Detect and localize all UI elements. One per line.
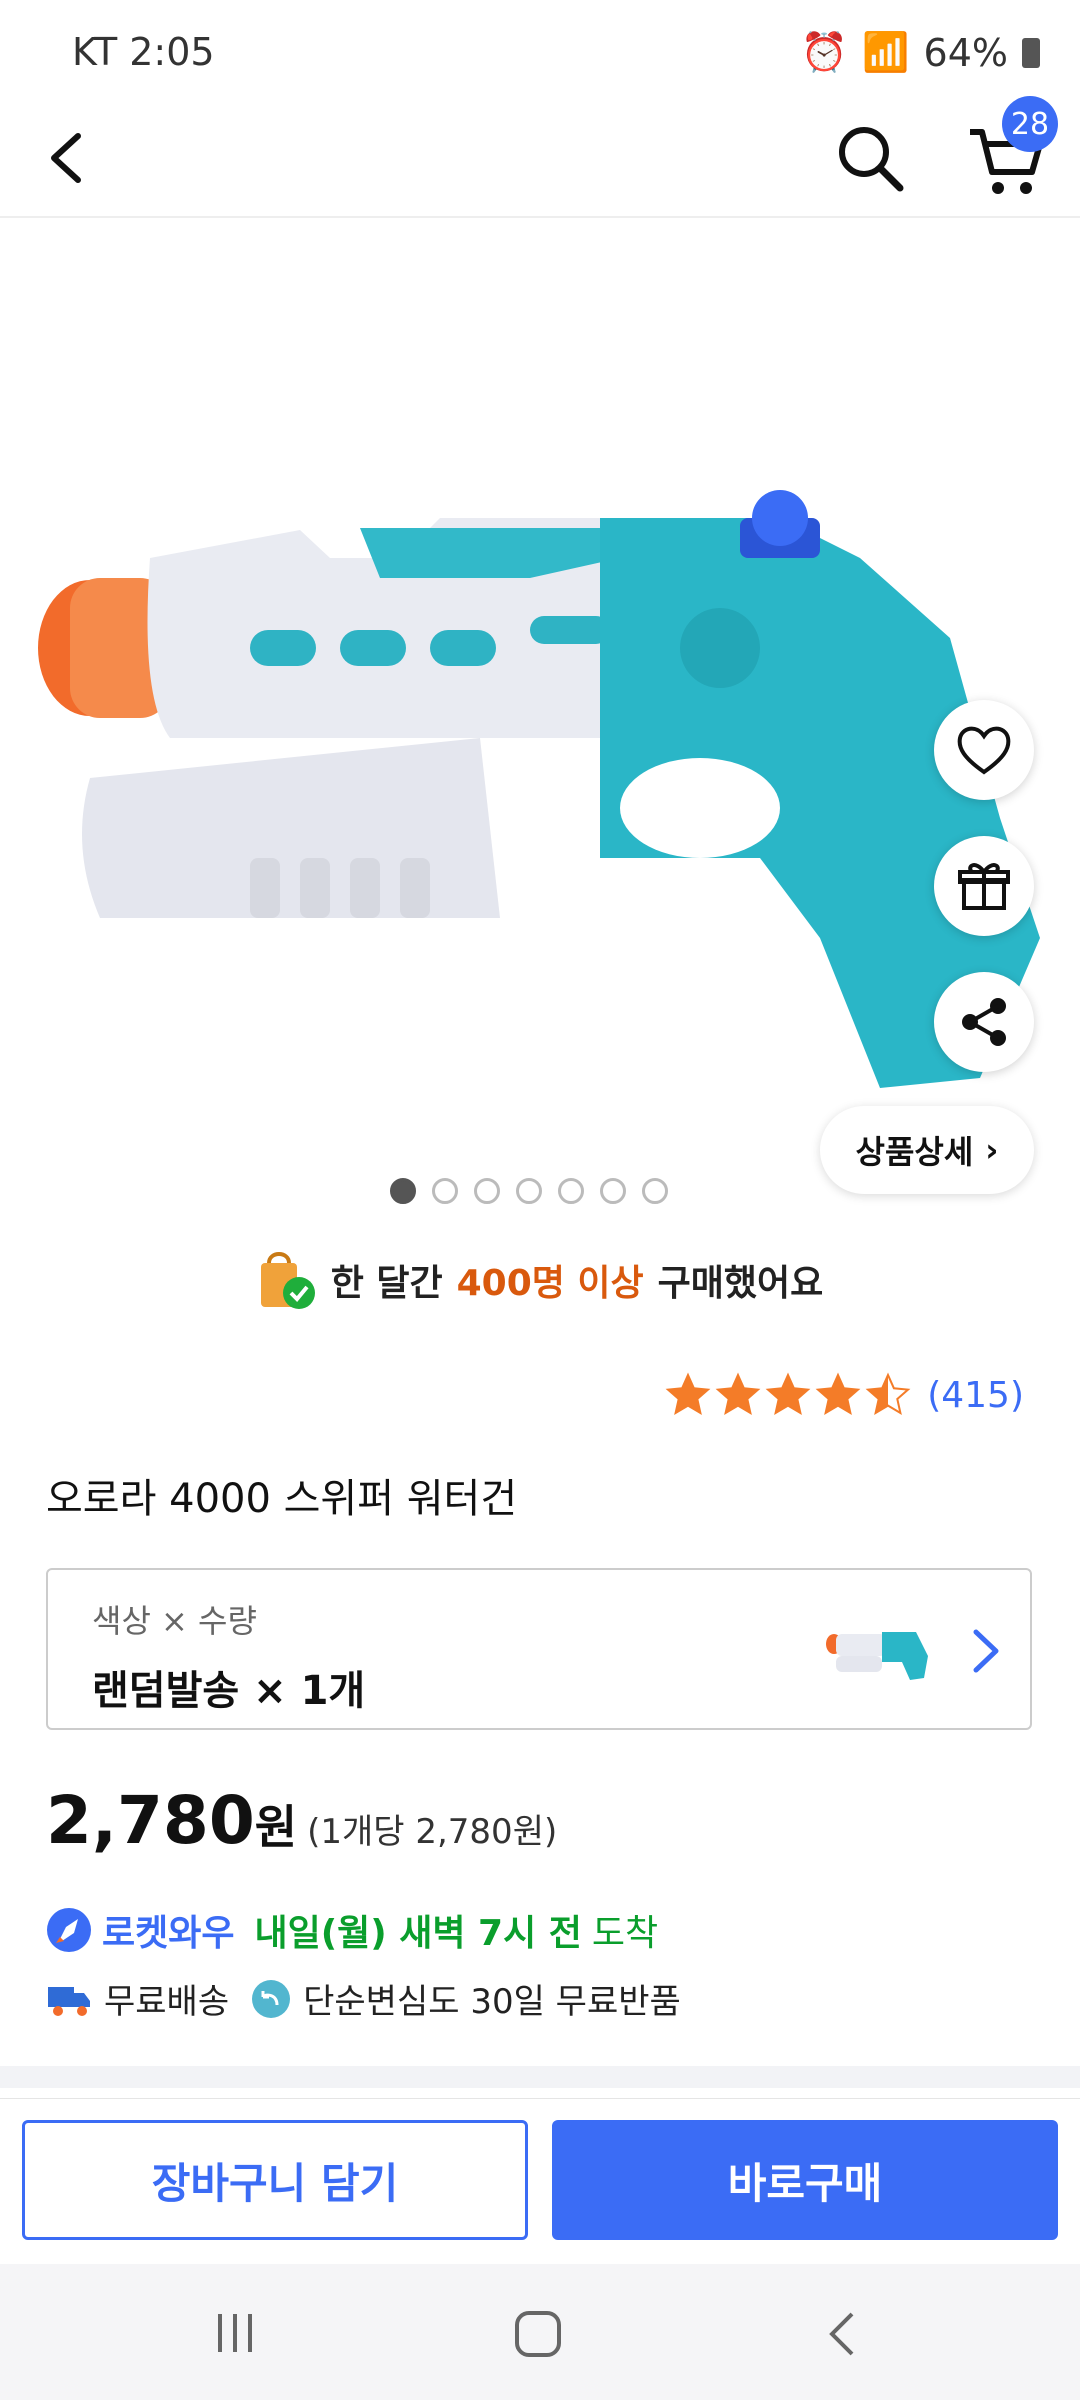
- delivery-info: 로켓와우 내일(월) 새벽 7시 전 도착: [46, 1904, 658, 1956]
- option-value: 랜덤발송 × 1개: [92, 1668, 366, 1714]
- add-to-cart-button[interactable]: 장바구니 담기: [22, 2120, 528, 2240]
- status-time: KT 2:05: [72, 30, 215, 74]
- star-icon: [765, 1372, 811, 1416]
- delivery-arrive: 도착: [591, 1913, 659, 1954]
- system-back-icon[interactable]: [822, 2308, 862, 2360]
- pagination-dot[interactable]: [558, 1178, 584, 1204]
- review-count[interactable]: (415): [927, 1375, 1024, 1416]
- product-detail-button[interactable]: 상품상세 ›: [820, 1106, 1034, 1194]
- product-image-gallery[interactable]: [0, 218, 1080, 1198]
- signal-icon: 📶: [862, 30, 910, 74]
- product-detail-label: 상품상세: [855, 1133, 974, 1171]
- notice-suffix: 구매했어요: [657, 1263, 824, 1304]
- notice-highlight: 400명 이상: [456, 1263, 644, 1304]
- home-icon[interactable]: [512, 2308, 564, 2360]
- delivery-date: 내일(월) 새벽 7시 전: [254, 1913, 582, 1954]
- status-icons: ⏰ 📶 64%: [801, 30, 1040, 75]
- share-button[interactable]: [934, 972, 1034, 1072]
- star-icon: [815, 1372, 861, 1416]
- star-icon: [665, 1372, 711, 1416]
- star-icon: [715, 1372, 761, 1416]
- image-pagination: [390, 1178, 668, 1204]
- alarm-icon: ⏰: [800, 30, 849, 74]
- free-shipping-label: 무료배송: [104, 1982, 230, 2022]
- wishlist-button[interactable]: [934, 700, 1034, 800]
- buy-now-button[interactable]: 바로구매: [552, 2120, 1058, 2240]
- rocket-brand: 로켓와우: [102, 1913, 235, 1954]
- star-rating: [665, 1372, 911, 1418]
- rocket-icon: [47, 1908, 91, 1952]
- search-icon[interactable]: [832, 120, 908, 196]
- chevron-right-icon: ›: [985, 1131, 999, 1169]
- product-image: [38, 490, 1040, 1088]
- recent-apps-icon[interactable]: [210, 2308, 260, 2358]
- cart-count-badge: 28: [1002, 96, 1058, 152]
- back-icon[interactable]: [38, 128, 98, 188]
- option-label: 색상 × 수량: [92, 1602, 257, 1640]
- pagination-dot[interactable]: [600, 1178, 626, 1204]
- notice-prefix: 한 달간: [330, 1263, 443, 1304]
- battery-icon: [1022, 37, 1040, 68]
- product-title: 오로라 4000 스위퍼 워터건: [46, 1476, 518, 1522]
- share-icon: [962, 998, 1006, 1046]
- section-divider: [0, 2066, 1080, 2088]
- price-currency: 원: [254, 1800, 298, 1854]
- pagination-dot[interactable]: [642, 1178, 668, 1204]
- purchase-count-notice: 한 달간 400명 이상 구매했어요: [0, 1240, 1080, 1320]
- unit-price: (1개당 2,780원): [307, 1812, 558, 1852]
- benefits: 무료배송 단순변심도 30일 무료반품: [46, 1974, 681, 2023]
- shopping-bag-check-icon: [260, 1252, 315, 1309]
- pagination-dot[interactable]: [432, 1178, 458, 1204]
- pagination-dot[interactable]: [390, 1178, 416, 1204]
- gift-button[interactable]: [934, 836, 1034, 936]
- option-thumbnail: [826, 1632, 928, 1680]
- heart-icon: [957, 726, 1011, 775]
- star-icon: [865, 1372, 911, 1416]
- pagination-dot[interactable]: [474, 1178, 500, 1204]
- option-selector[interactable]: 색상 × 수량 랜덤발송 × 1개: [46, 1568, 1032, 1730]
- gift-icon: [958, 863, 1010, 910]
- pagination-dot[interactable]: [516, 1178, 542, 1204]
- system-navigation-bar: [0, 2264, 1080, 2400]
- app-header: [0, 100, 1080, 218]
- price-amount: 2,780: [46, 1782, 255, 1859]
- battery-level: 64%: [923, 30, 1008, 75]
- chevron-right-icon: [973, 1629, 999, 1673]
- rating[interactable]: (415): [665, 1372, 1024, 1418]
- price: 2,780 원 (1개당 2,780원): [46, 1782, 557, 1859]
- return-icon: [252, 1979, 291, 2018]
- status-bar: KT 2:05 ⏰ 📶 64%: [0, 0, 1080, 100]
- free-return-label: 단순변심도 30일 무료반품: [303, 1982, 681, 2022]
- truck-icon: [48, 1986, 90, 2016]
